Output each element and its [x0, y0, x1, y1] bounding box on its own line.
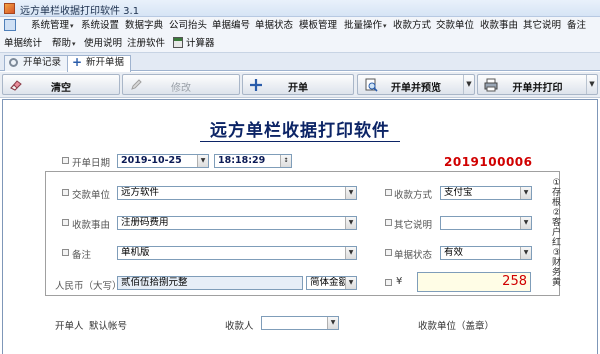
toolbar: 清空 修改 开单 开单并预览 ▼ 开单并打印 ▼ [0, 72, 600, 98]
title-bar: 远方单栏收据打印软件 3.1 [0, 0, 600, 17]
other-note-checkbox[interactable] [385, 219, 392, 226]
issuer-label: 开单人 [55, 321, 84, 332]
menu-bar: 系统管理▾ 系统设置 数据字典 公司抬头 单据编号 单据状态 模板管理 批量操作… [0, 17, 600, 53]
spinner-icon[interactable]: ↕ [280, 155, 291, 167]
menu-template-manage[interactable]: 模板管理 [299, 18, 337, 34]
other-note-select[interactable]: ▼ [440, 216, 532, 230]
receiver-select[interactable]: ▼ [261, 316, 339, 330]
status-label: 单据状态 [394, 250, 433, 261]
menu-remark[interactable]: 备注 [567, 18, 586, 34]
pay-method-checkbox[interactable] [385, 189, 392, 196]
edit-button[interactable]: 修改 [122, 74, 240, 95]
clear-button[interactable]: 清空 [2, 74, 120, 95]
calculator-icon [173, 37, 183, 48]
payer-checkbox[interactable] [62, 189, 69, 196]
status-checkbox[interactable] [385, 249, 392, 256]
reason-label: 收款事由 [72, 220, 111, 231]
menu-system-manage[interactable]: 系统管理▾ [31, 18, 74, 34]
date-checkbox[interactable] [62, 157, 69, 164]
menu-doc-stats[interactable]: 单据统计 [4, 36, 42, 52]
menu-doc-number[interactable]: 单据编号 [212, 18, 250, 34]
reason-select[interactable]: 注册码费用 ▼ [117, 216, 357, 230]
create-preview-button[interactable]: 开单并预览 ▼ [357, 74, 475, 95]
chevron-down-icon[interactable]: ▼ [520, 217, 531, 229]
menu-data-dictionary[interactable]: 数据字典 [125, 18, 163, 34]
chevron-down-icon[interactable]: ▼ [345, 277, 356, 289]
chevron-down-icon[interactable]: ▼ [520, 247, 531, 259]
serial-number: 2019100006 [444, 155, 533, 169]
receiver-label: 收款人 [225, 321, 254, 332]
menu-batch-ops[interactable]: 批量操作▾ [344, 18, 387, 34]
chevron-down-icon[interactable]: ▼ [520, 187, 531, 199]
copy-colors-note: ①存根②客户红③财务黄 [551, 178, 561, 288]
reason-checkbox[interactable] [62, 219, 69, 226]
payer-label: 交款单位 [72, 190, 111, 201]
document-title: 远方单栏收据打印软件 [210, 121, 390, 141]
menu-other-note[interactable]: 其它说明 [523, 18, 561, 34]
yuan-symbol: ¥ [396, 276, 403, 287]
chevron-down-icon[interactable]: ▼ [197, 155, 208, 167]
chevron-down-icon[interactable]: ▼ [345, 247, 356, 259]
other-note-label: 其它说明 [394, 220, 433, 231]
window-title: 远方单栏收据打印软件 3.1 [20, 6, 140, 17]
print-dropdown-arrow[interactable]: ▼ [586, 75, 597, 94]
plus-icon: + [72, 55, 83, 69]
tab-bar: 开单记录 + 新开单据 [0, 53, 600, 72]
date-picker[interactable]: 2019-10-25 ▼ [117, 154, 209, 168]
status-select[interactable]: 有效 ▼ [440, 246, 532, 260]
date-label: 开单日期 [72, 158, 111, 169]
preview-dropdown-arrow[interactable]: ▼ [463, 75, 474, 94]
pay-method-select[interactable]: 支付宝 ▼ [440, 186, 532, 200]
menu-payer[interactable]: 交款单位 [436, 18, 474, 34]
amount-checkbox[interactable] [385, 279, 392, 286]
amount-words-label: 人民币（大写） [55, 281, 122, 292]
tab-records[interactable]: 开单记录 [4, 55, 69, 71]
chevron-down-icon[interactable]: ▼ [327, 317, 338, 329]
amount-words-field[interactable]: 贰佰伍拾捌元整 [117, 276, 303, 290]
menu-company-header[interactable]: 公司抬头 [169, 18, 207, 34]
menu-app-icon[interactable] [4, 19, 16, 31]
create-button[interactable]: 开单 [242, 74, 354, 95]
collecting-unit-label: 收款单位（盖章） [418, 321, 495, 332]
chevron-down-icon[interactable]: ▼ [345, 187, 356, 199]
menu-help[interactable]: 帮助▾ [52, 36, 76, 52]
time-picker[interactable]: 18:18:29 ↕ [214, 154, 292, 168]
amount-input[interactable]: 258 [417, 272, 531, 292]
menu-pay-method[interactable]: 收款方式 [393, 18, 431, 34]
menu-manual[interactable]: 使用说明 [84, 36, 122, 52]
menu-system-settings[interactable]: 系统设置 [81, 18, 119, 34]
app-icon [4, 3, 15, 14]
remark-label: 备注 [72, 250, 92, 261]
chevron-down-icon[interactable]: ▼ [345, 217, 356, 229]
remark-select[interactable]: 单机版 ▼ [117, 246, 357, 260]
gear-icon [9, 58, 18, 67]
tab-new-doc[interactable]: + 新开单据 [67, 55, 132, 72]
payer-select[interactable]: 远方软件 ▼ [117, 186, 357, 200]
currency-format-select[interactable]: 简体金额 ▼ [306, 276, 357, 290]
issuer-value: 默认帐号 [89, 321, 128, 332]
create-print-button[interactable]: 开单并打印 ▼ [477, 74, 598, 95]
title-underline [200, 141, 400, 142]
menu-register[interactable]: 注册软件 [127, 36, 165, 52]
menu-calculator[interactable]: 计算器 [173, 36, 215, 52]
menu-reason[interactable]: 收款事由 [480, 18, 518, 34]
menu-doc-status[interactable]: 单据状态 [255, 18, 293, 34]
pay-method-label: 收款方式 [394, 190, 433, 201]
remark-checkbox[interactable] [62, 249, 69, 256]
